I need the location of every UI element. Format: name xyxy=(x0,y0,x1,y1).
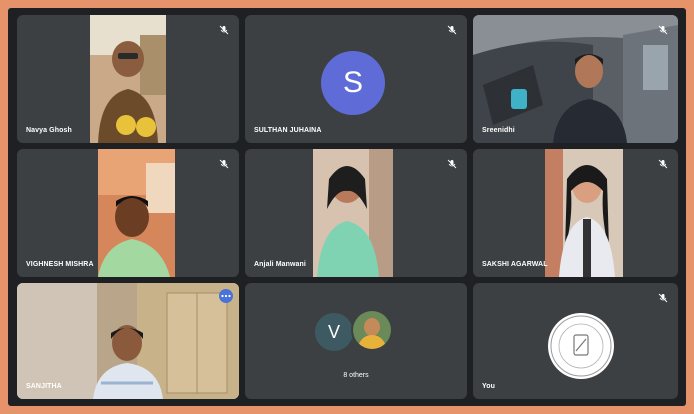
participant-name: Navya Ghosh xyxy=(26,127,72,134)
participant-tile-you[interactable]: You xyxy=(473,283,678,399)
mic-off-icon xyxy=(219,159,229,169)
participant-tile-navya-ghosh[interactable]: Navya Ghosh xyxy=(17,15,239,143)
participant-name: SULTHAN JUHAINA xyxy=(254,127,322,134)
mic-off-icon xyxy=(219,25,229,35)
mic-off-icon xyxy=(658,293,668,303)
participant-tile-sakshi-agarwal[interactable]: SAKSHI AGARWAL xyxy=(473,149,678,277)
participant-name: SAKSHI AGARWAL xyxy=(482,261,548,268)
avatar-photo xyxy=(351,309,393,351)
participant-video xyxy=(545,149,623,277)
participant-tile-sulthan-juhaina[interactable]: S SULTHAN JUHAINA xyxy=(245,15,467,143)
participant-name: SANJITHA xyxy=(26,383,62,390)
more-options-icon xyxy=(221,294,231,298)
participant-video xyxy=(17,283,239,399)
participant-tile-sanjitha[interactable]: SANJITHA xyxy=(17,283,239,399)
mic-off-icon xyxy=(447,159,457,169)
participant-video xyxy=(90,15,166,143)
avatar: S xyxy=(321,51,385,115)
participant-video xyxy=(98,149,175,277)
mic-off-icon xyxy=(658,25,668,35)
more-options-button[interactable] xyxy=(219,289,233,303)
participant-name: Anjali Manwani xyxy=(254,261,306,268)
mic-off-icon xyxy=(658,159,668,169)
participant-video xyxy=(473,15,678,143)
meeting-grid: Navya Ghosh S SULTHAN JUHAINA Sreenidhi … xyxy=(8,8,686,406)
participant-tile-anjali-manwani[interactable]: Anjali Manwani xyxy=(245,149,467,277)
participant-name: VIGHNESH MISHRA xyxy=(26,261,94,268)
participant-name: Sreenidhi xyxy=(482,127,515,134)
others-count-label: 8 others xyxy=(343,372,369,379)
participant-video xyxy=(313,149,393,277)
participant-tile-sreenidhi[interactable]: Sreenidhi xyxy=(473,15,678,143)
school-logo xyxy=(548,313,614,379)
avatar: V xyxy=(313,311,355,353)
participant-tile-vighnesh-mishra[interactable]: VIGHNESH MISHRA xyxy=(17,149,239,277)
mic-off-icon xyxy=(447,25,457,35)
others-tile[interactable]: V 8 others xyxy=(245,283,467,399)
participant-name: You xyxy=(482,383,496,390)
